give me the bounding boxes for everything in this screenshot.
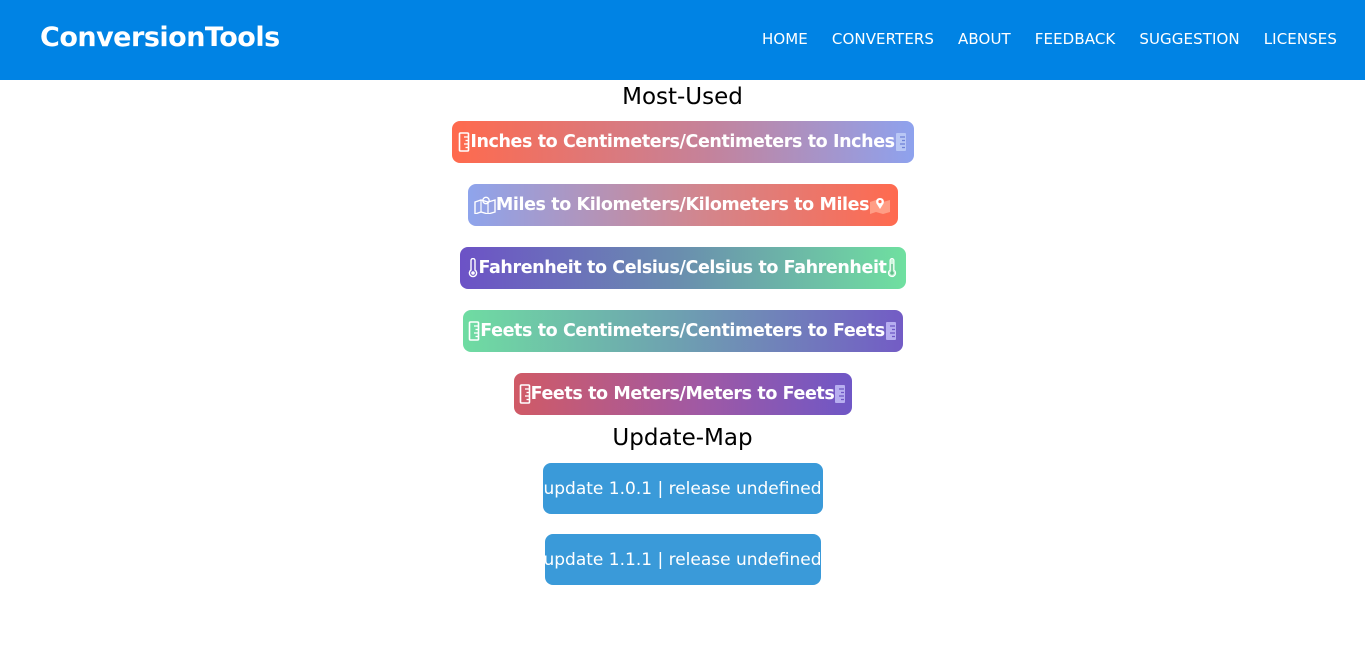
ruler-icon [834, 383, 846, 405]
thermometer-icon [887, 257, 898, 279]
converter-label: Feets to Meters/Meters to Feets [530, 384, 835, 404]
nav-link-feedback[interactable]: FEEDBACK [1035, 30, 1116, 48]
ruler-icon [458, 131, 470, 153]
converter-label: Miles to Kilometers/Kilometers to Miles [495, 195, 870, 215]
miles-kilometers-button[interactable]: Miles to Kilometers/Kilometers to Miles [467, 184, 898, 226]
nav-link-licenses[interactable]: LICENSES [1264, 30, 1337, 48]
thermometer-icon [468, 257, 479, 279]
feets-centimeters-button[interactable]: Feets to Centimeters/Centimeters to Feet… [462, 310, 903, 352]
ruler-icon [885, 320, 897, 342]
feets-meters-button[interactable]: Feets to Meters/Meters to Feets [513, 373, 852, 415]
map-icon [474, 194, 496, 216]
brand-logo[interactable]: ConversionTools [40, 22, 280, 53]
update-1-1-1-button[interactable]: update 1.1.1 | release undefined [543, 534, 822, 585]
ruler-icon [468, 320, 480, 342]
inches-centimeters-button[interactable]: Inches to Centimeters/Centimeters to Inc… [451, 121, 914, 163]
ruler-icon [519, 383, 531, 405]
nav-menu: HOME CONVERTERS ABOUT FEEDBACK SUGGESTIO… [762, 30, 1337, 48]
main-content: Most-Used Inches to Centimeters/Centimet… [0, 80, 1365, 585]
nav-link-about[interactable]: ABOUT [958, 30, 1011, 48]
update-1-0-1-button[interactable]: update 1.0.1 | release undefined [542, 463, 823, 514]
map-pin-icon [869, 194, 891, 216]
converter-label: Fahrenheit to Celsius/Celsius to Fahrenh… [478, 258, 887, 278]
converter-label: Feets to Centimeters/Centimeters to Feet… [480, 321, 885, 341]
nav-link-home[interactable]: HOME [762, 30, 808, 48]
most-used-heading: Most-Used [622, 84, 743, 110]
top-navbar: ConversionTools HOME CONVERTERS ABOUT FE… [0, 0, 1365, 80]
converter-label: Inches to Centimeters/Centimeters to Inc… [470, 132, 895, 152]
fahrenheit-celsius-button[interactable]: Fahrenheit to Celsius/Celsius to Fahrenh… [459, 247, 906, 289]
update-map-heading: Update-Map [612, 425, 753, 451]
nav-link-suggestion[interactable]: SUGGESTION [1139, 30, 1239, 48]
nav-link-converters[interactable]: CONVERTERS [832, 30, 934, 48]
ruler-icon [895, 131, 907, 153]
